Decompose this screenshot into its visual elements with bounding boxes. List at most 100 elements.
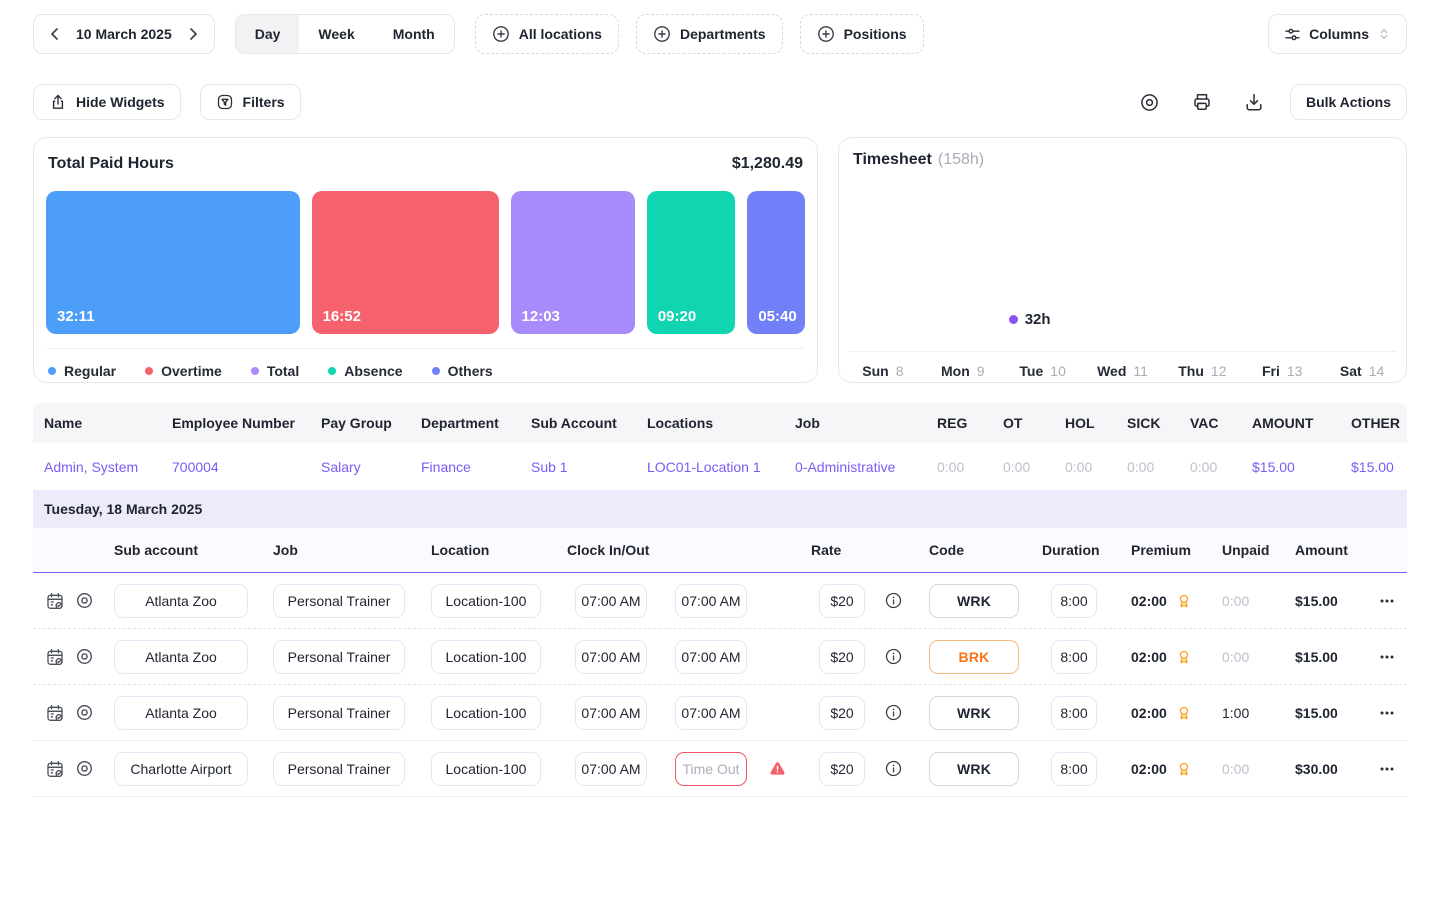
unpaid-value: 0:00 [1222, 648, 1250, 665]
next-date-button[interactable] [178, 18, 208, 50]
col-sick[interactable]: SICK [1127, 415, 1190, 431]
rate-field[interactable]: $20 [819, 583, 865, 618]
rate-field[interactable]: $20 [819, 695, 865, 730]
col-job[interactable]: Job [273, 542, 431, 558]
col-locations[interactable]: Locations [647, 415, 795, 431]
calendar-check-icon[interactable] [45, 759, 65, 779]
clock-in-field[interactable]: 07:00 AM [575, 695, 647, 730]
departments-filter-button[interactable]: Departments [635, 14, 783, 54]
duration-field[interactable]: 8:00 [1051, 639, 1097, 674]
col-location[interactable]: Location [431, 542, 567, 558]
watch-view-button[interactable] [1137, 89, 1163, 115]
row-menu-button[interactable] [1378, 648, 1407, 666]
bulk-actions-button[interactable]: Bulk Actions [1289, 84, 1407, 120]
info-icon[interactable] [885, 760, 902, 777]
location-field[interactable]: Location-100 [431, 695, 541, 730]
absence-hours-bar[interactable]: 09:20 [646, 191, 736, 334]
overtime-hours-bar[interactable]: 16:52 [311, 191, 499, 334]
eye-icon[interactable] [74, 702, 95, 723]
location-field[interactable]: Location-100 [431, 639, 541, 674]
col-hol[interactable]: HOL [1065, 415, 1127, 431]
others-hours-bar[interactable]: 05:40 [747, 191, 805, 334]
total-hours-bar[interactable]: 12:03 [510, 191, 635, 334]
amount-value: $15.00 [1295, 704, 1338, 721]
job-field[interactable]: Personal Trainer [273, 751, 405, 786]
code-field[interactable]: WRK [929, 751, 1019, 786]
calendar-check-icon[interactable] [45, 647, 65, 667]
clock-in-field[interactable]: 07:00 AM [575, 639, 647, 674]
col-unpaid[interactable]: Unpaid [1222, 542, 1295, 558]
job-field[interactable]: Personal Trainer [273, 583, 405, 618]
day-date: 9 [976, 363, 985, 379]
departments-label: Departments [679, 26, 766, 42]
clock-out-field-missing[interactable]: Time Out [675, 751, 747, 786]
info-icon[interactable] [885, 648, 902, 665]
prev-date-button[interactable] [40, 18, 70, 50]
eye-icon[interactable] [74, 646, 95, 667]
export-button[interactable] [1241, 89, 1267, 115]
duration-field[interactable]: 8:00 [1051, 695, 1097, 730]
employee-name-link[interactable]: Admin, System [44, 459, 172, 475]
tab-day[interactable]: Day [235, 15, 300, 53]
col-ot[interactable]: OT [1003, 415, 1065, 431]
rate-field[interactable]: $20 [819, 751, 865, 786]
calendar-check-icon[interactable] [45, 703, 65, 723]
sub-account-field[interactable]: Atlanta Zoo [114, 695, 248, 730]
job-field[interactable]: Personal Trainer [273, 695, 405, 730]
clock-out-field[interactable]: 07:00 AM [675, 639, 747, 674]
col-other[interactable]: OTHER [1351, 415, 1407, 431]
row-menu-button[interactable] [1378, 704, 1407, 722]
location-field[interactable]: Location-100 [431, 751, 541, 786]
col-department[interactable]: Department [421, 415, 531, 431]
info-icon[interactable] [885, 704, 902, 721]
col-amount[interactable]: Amount [1295, 542, 1378, 558]
col-job[interactable]: Job [795, 415, 937, 431]
col-name[interactable]: Name [44, 415, 172, 431]
col-duration[interactable]: Duration [1042, 542, 1131, 558]
columns-button[interactable]: Columns [1268, 14, 1407, 54]
col-rate[interactable]: Rate [811, 542, 929, 558]
summary-employee-row[interactable]: Admin, System 700004 Salary Finance Sub … [33, 443, 1407, 490]
row-menu-button[interactable] [1378, 760, 1407, 778]
col-amount[interactable]: AMOUNT [1252, 415, 1351, 431]
col-pay-group[interactable]: Pay Group [321, 415, 421, 431]
duration-field[interactable]: 8:00 [1051, 751, 1097, 786]
info-icon[interactable] [885, 592, 902, 609]
duration-field[interactable]: 8:00 [1051, 583, 1097, 618]
sub-account-field[interactable]: Atlanta Zoo [114, 583, 248, 618]
col-sub-account[interactable]: Sub Account [531, 415, 647, 431]
col-premium[interactable]: Premium [1131, 542, 1222, 558]
col-clock-in-out[interactable]: Clock In/Out [567, 542, 811, 558]
positions-filter-button[interactable]: Positions [799, 14, 924, 54]
sub-account-field[interactable]: Charlotte Airport [114, 751, 248, 786]
code-field[interactable]: BRK [929, 639, 1019, 674]
tab-month[interactable]: Month [373, 15, 454, 53]
clock-out-field[interactable]: 07:00 AM [675, 695, 747, 730]
calendar-check-icon[interactable] [45, 591, 65, 611]
all-locations-filter-button[interactable]: All locations [474, 14, 619, 54]
col-vac[interactable]: VAC [1190, 415, 1252, 431]
clock-in-field[interactable]: 07:00 AM [575, 751, 647, 786]
eye-icon[interactable] [74, 590, 95, 611]
eye-icon[interactable] [74, 758, 95, 779]
clock-in-field[interactable]: 07:00 AM [575, 583, 647, 618]
job-field[interactable]: Personal Trainer [273, 639, 405, 674]
sub-account-field[interactable]: Atlanta Zoo [114, 639, 248, 674]
col-code[interactable]: Code [929, 542, 1042, 558]
location-field[interactable]: Location-100 [431, 583, 541, 618]
row-menu-button[interactable] [1378, 592, 1407, 610]
code-field[interactable]: WRK [929, 583, 1019, 618]
day-name: Thu [1178, 363, 1204, 379]
rate-field[interactable]: $20 [819, 639, 865, 674]
award-icon [1179, 762, 1189, 775]
tab-week[interactable]: Week [299, 15, 374, 53]
hide-widgets-button[interactable]: Hide Widgets [33, 84, 181, 120]
filters-button[interactable]: Filters [199, 84, 301, 120]
col-employee-number[interactable]: Employee Number [172, 415, 321, 431]
col-sub-account[interactable]: Sub account [114, 542, 273, 558]
code-field[interactable]: WRK [929, 695, 1019, 730]
clock-out-field[interactable]: 07:00 AM [675, 583, 747, 618]
print-button[interactable] [1189, 89, 1215, 115]
col-reg[interactable]: REG [937, 415, 1003, 431]
regular-hours-bar[interactable]: 32:11 [46, 191, 300, 334]
